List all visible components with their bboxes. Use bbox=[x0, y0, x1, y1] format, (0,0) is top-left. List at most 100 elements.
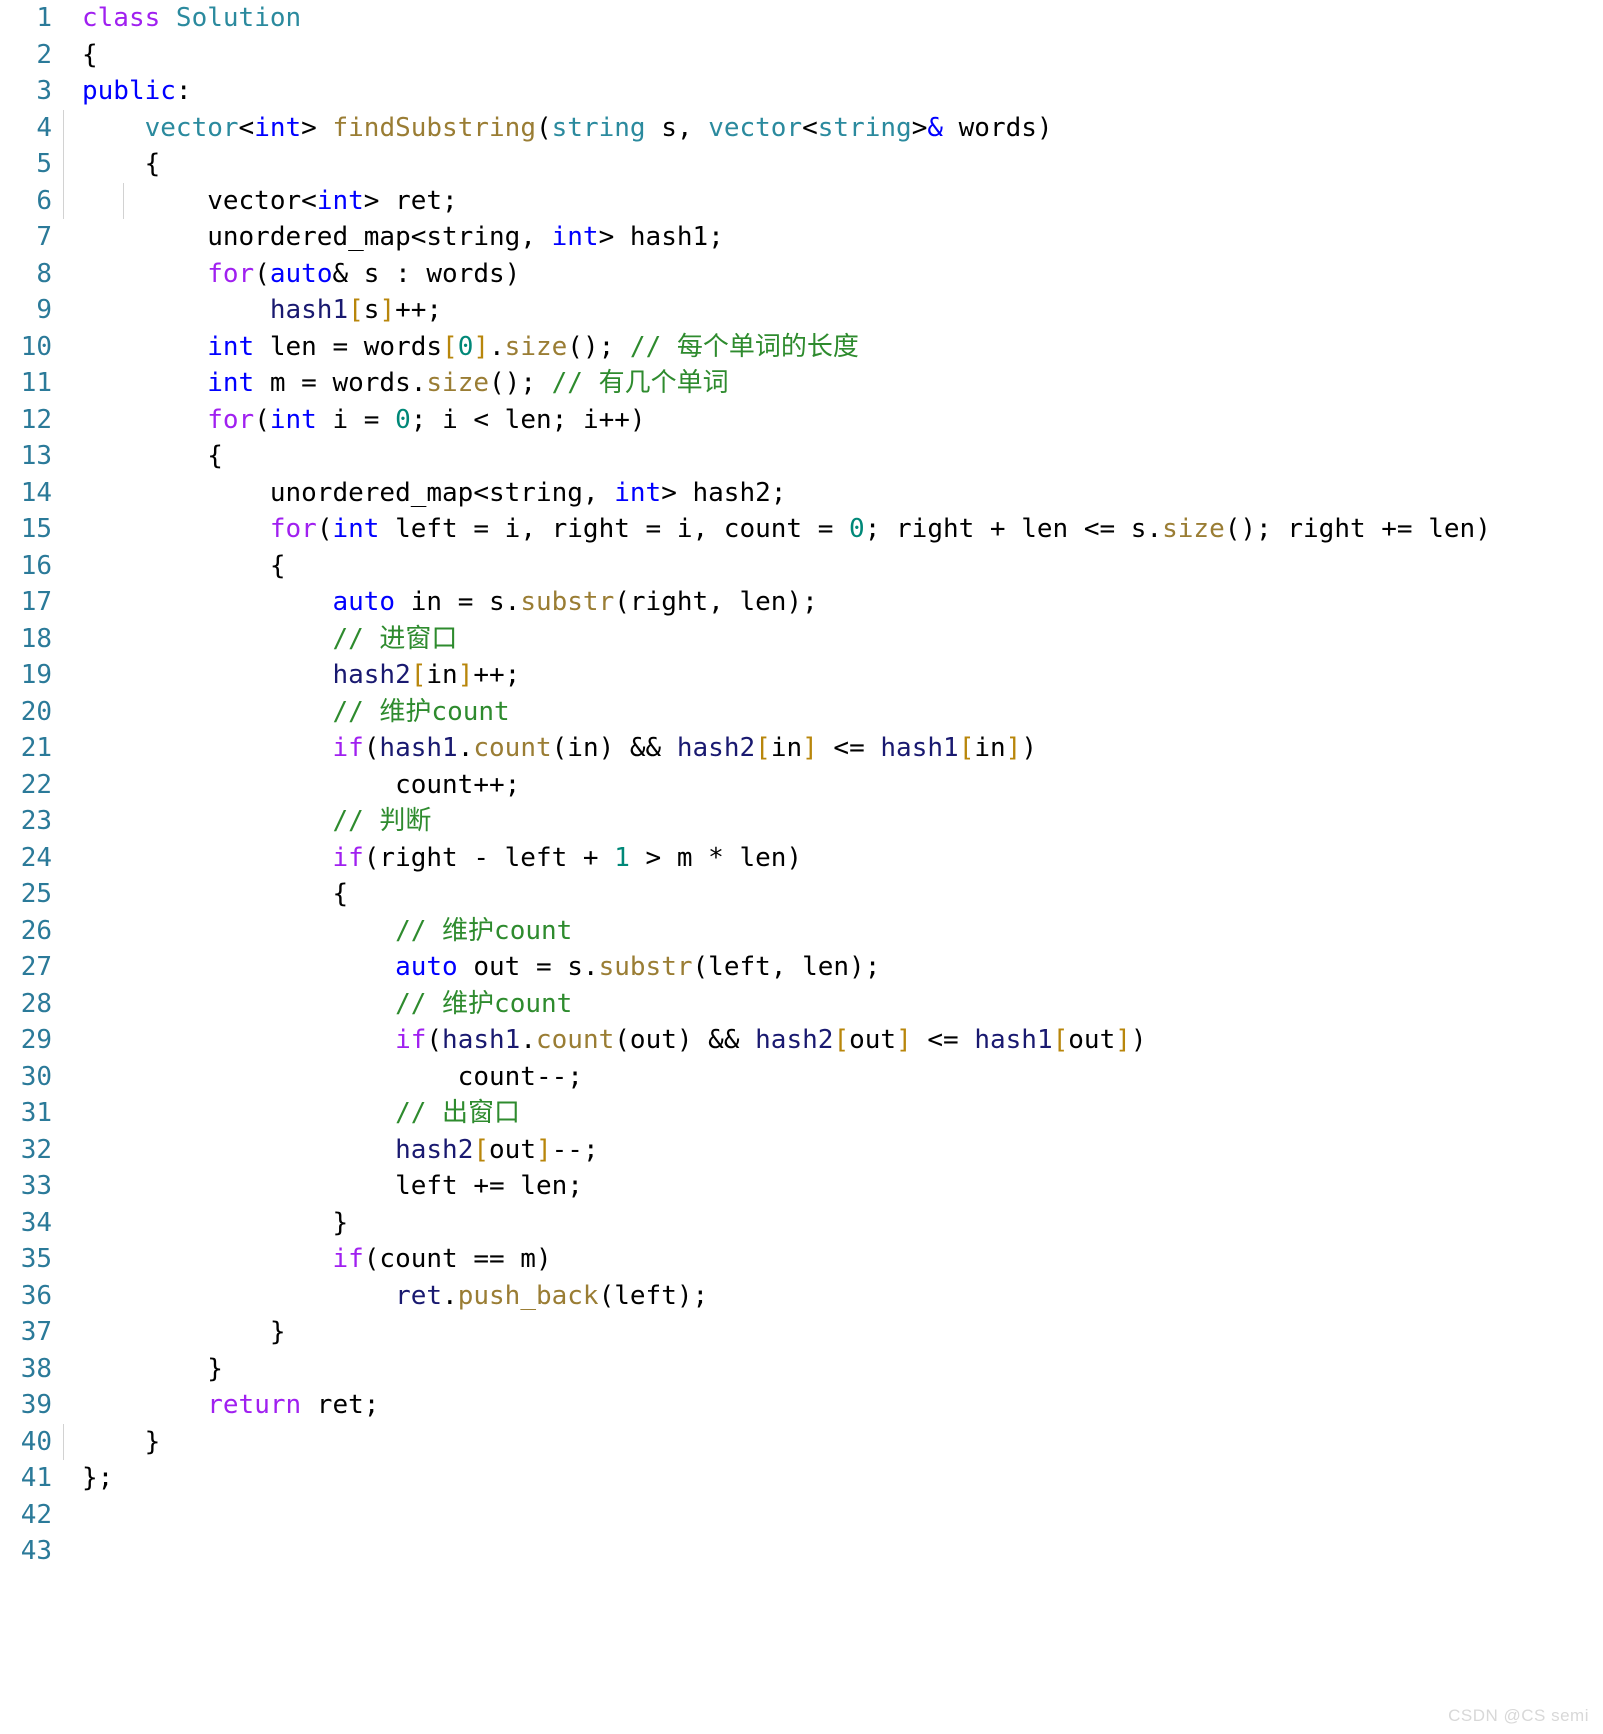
code-line[interactable]: 10 int len = words[0].size(); // 每个单词的长度 bbox=[0, 329, 1603, 366]
line-content: // 维护count bbox=[63, 986, 1603, 1023]
code-line[interactable]: 33 left += len; bbox=[0, 1168, 1603, 1205]
code-line[interactable]: 1 class Solution bbox=[0, 0, 1603, 37]
indent-guide bbox=[123, 182, 124, 219]
code-token-num: 0 bbox=[457, 331, 474, 362]
code-line[interactable]: 13 { bbox=[0, 438, 1603, 475]
code-line[interactable]: 3 public: bbox=[0, 73, 1603, 110]
code-line[interactable]: 4 vector<int> findSubstring(string s, ve… bbox=[0, 109, 1603, 146]
code-line[interactable]: 18 // 进窗口 bbox=[0, 621, 1603, 658]
code-line[interactable]: 11 int m = words.size(); // 有几个单词 bbox=[0, 365, 1603, 402]
code-line[interactable]: 17 auto in = s.substr(right, len); bbox=[0, 584, 1603, 621]
line-content: { bbox=[63, 548, 1603, 585]
line-number: 33 bbox=[20, 1171, 52, 1201]
code-line[interactable]: 30 count--; bbox=[0, 1059, 1603, 1096]
line-number: 35 bbox=[20, 1244, 52, 1274]
code-line[interactable]: 7 unordered_map<string, int> hash1; bbox=[0, 219, 1603, 256]
code-line[interactable]: 21 if(hash1.count(in) && hash2[in] <= ha… bbox=[0, 730, 1603, 767]
code-line[interactable]: 32 hash2[out]--; bbox=[0, 1132, 1603, 1169]
code-token-type: int bbox=[207, 331, 255, 362]
code-token-ident: hash1 bbox=[442, 1025, 521, 1055]
code-token-plain: ++; bbox=[473, 660, 521, 690]
line-content: // 判断 bbox=[63, 803, 1603, 840]
code-line[interactable]: 35 if(count == m) bbox=[0, 1241, 1603, 1278]
line-number: 21 bbox=[20, 733, 52, 763]
code-line[interactable]: 37 } bbox=[0, 1314, 1603, 1351]
line-number: 6 bbox=[36, 185, 52, 216]
code-line[interactable]: 42 bbox=[0, 1497, 1603, 1534]
code-line[interactable]: 19 hash2[in]++; bbox=[0, 657, 1603, 694]
code-line[interactable]: 26 // 维护count bbox=[0, 913, 1603, 950]
code-token-ident: hash2 bbox=[755, 1025, 834, 1055]
code-token-cmt: // 维护count bbox=[332, 696, 510, 727]
code-token-fn: push_back bbox=[457, 1280, 599, 1311]
code-token-plain: i = bbox=[316, 404, 396, 435]
code-token-cmt: // 判断 bbox=[332, 806, 432, 836]
code-token-plain: ( bbox=[363, 733, 380, 763]
code-token-plain: vector bbox=[82, 185, 302, 216]
code-token-kw: if bbox=[332, 733, 364, 763]
code-token-plain: (left); bbox=[598, 1280, 709, 1311]
code-line[interactable]: 14 unordered_map<string, int> hash2; bbox=[0, 475, 1603, 512]
code-token-ident: hash1 bbox=[880, 733, 959, 763]
line-content: unordered_map<string, int> hash1; bbox=[63, 219, 1603, 256]
code-token-plain: (out) && bbox=[614, 1025, 756, 1055]
code-line[interactable]: 27 auto out = s.substr(left, len); bbox=[0, 949, 1603, 986]
code-line[interactable]: 23 // 判断 bbox=[0, 803, 1603, 840]
line-number: 13 bbox=[20, 441, 52, 471]
code-line[interactable]: 12 for(int i = 0; i < len; i++) bbox=[0, 402, 1603, 439]
code-line[interactable]: 41}; bbox=[0, 1460, 1603, 1497]
code-token-type: int bbox=[269, 404, 317, 435]
code-line[interactable]: 29 if(hash1.count(out) && hash2[out] <= … bbox=[0, 1022, 1603, 1059]
code-line[interactable]: 8 for(auto& s : words) bbox=[0, 256, 1603, 293]
code-token-rettype: Solution bbox=[175, 3, 302, 33]
line-content: auto out = s.substr(left, len); bbox=[63, 949, 1603, 986]
code-line[interactable]: 6 vector<int> ret; bbox=[0, 182, 1603, 219]
code-token-type: int bbox=[332, 514, 380, 544]
code-token-rettype: vector bbox=[144, 112, 239, 143]
code-line[interactable]: 28 // 维护count bbox=[0, 986, 1603, 1023]
line-number: 32 bbox=[20, 1134, 52, 1165]
code-line[interactable]: 22 count++; bbox=[0, 767, 1603, 804]
line-number: 34 bbox=[20, 1207, 52, 1238]
code-token-kw: if bbox=[332, 842, 364, 873]
code-line[interactable]: 38 } bbox=[0, 1351, 1603, 1388]
code-line[interactable]: 15 for(int left = i, right = i, count = … bbox=[0, 511, 1603, 548]
code-viewer[interactable]: 1 class Solution 2{3 public: 4 vector<int> f… bbox=[0, 0, 1603, 1734]
code-token-plain: (right, len); bbox=[614, 587, 818, 617]
line-content: // 维护count bbox=[63, 694, 1603, 731]
code-line[interactable]: 5 { bbox=[0, 146, 1603, 183]
line-number: 23 bbox=[20, 806, 52, 836]
code-line[interactable]: 25 { bbox=[0, 876, 1603, 913]
line-number: 11 bbox=[20, 368, 52, 398]
code-token-plain: & s : words) bbox=[332, 258, 521, 289]
code-line[interactable]: 9 hash1[s]++; bbox=[0, 292, 1603, 329]
code-token-num: 0 bbox=[849, 514, 865, 544]
code-token-plain: s, bbox=[645, 112, 709, 143]
line-number: 29 bbox=[20, 1025, 52, 1055]
line-content: } bbox=[63, 1314, 1603, 1351]
code-token-fn: size bbox=[1162, 514, 1225, 544]
line-number: 26 bbox=[20, 915, 52, 946]
line-content: vector<int> ret; bbox=[63, 182, 1603, 219]
indent-guide bbox=[63, 182, 64, 219]
code-line[interactable]: 34 } bbox=[0, 1205, 1603, 1242]
code-line[interactable]: 39 return ret; bbox=[0, 1387, 1603, 1424]
code-line[interactable]: 43 bbox=[0, 1533, 1603, 1570]
line-number: 10 bbox=[20, 331, 52, 362]
code-line[interactable]: 40 } bbox=[0, 1423, 1603, 1460]
code-line[interactable]: 2{ bbox=[0, 37, 1603, 74]
code-line[interactable]: 36 ret.push_back(left); bbox=[0, 1278, 1603, 1315]
line-content: vector<int> findSubstring(string s, vect… bbox=[63, 109, 1603, 146]
code-line[interactable]: 20 // 维护count bbox=[0, 694, 1603, 731]
code-line[interactable]: 16 { bbox=[0, 548, 1603, 585]
line-number: 37 bbox=[20, 1317, 52, 1347]
code-token-plain: (); bbox=[489, 368, 552, 398]
code-line[interactable]: 31 // 出窗口 bbox=[0, 1095, 1603, 1132]
line-number: 39 bbox=[20, 1390, 52, 1420]
code-line[interactable]: 24 if(right - left + 1 > m * len) bbox=[0, 840, 1603, 877]
